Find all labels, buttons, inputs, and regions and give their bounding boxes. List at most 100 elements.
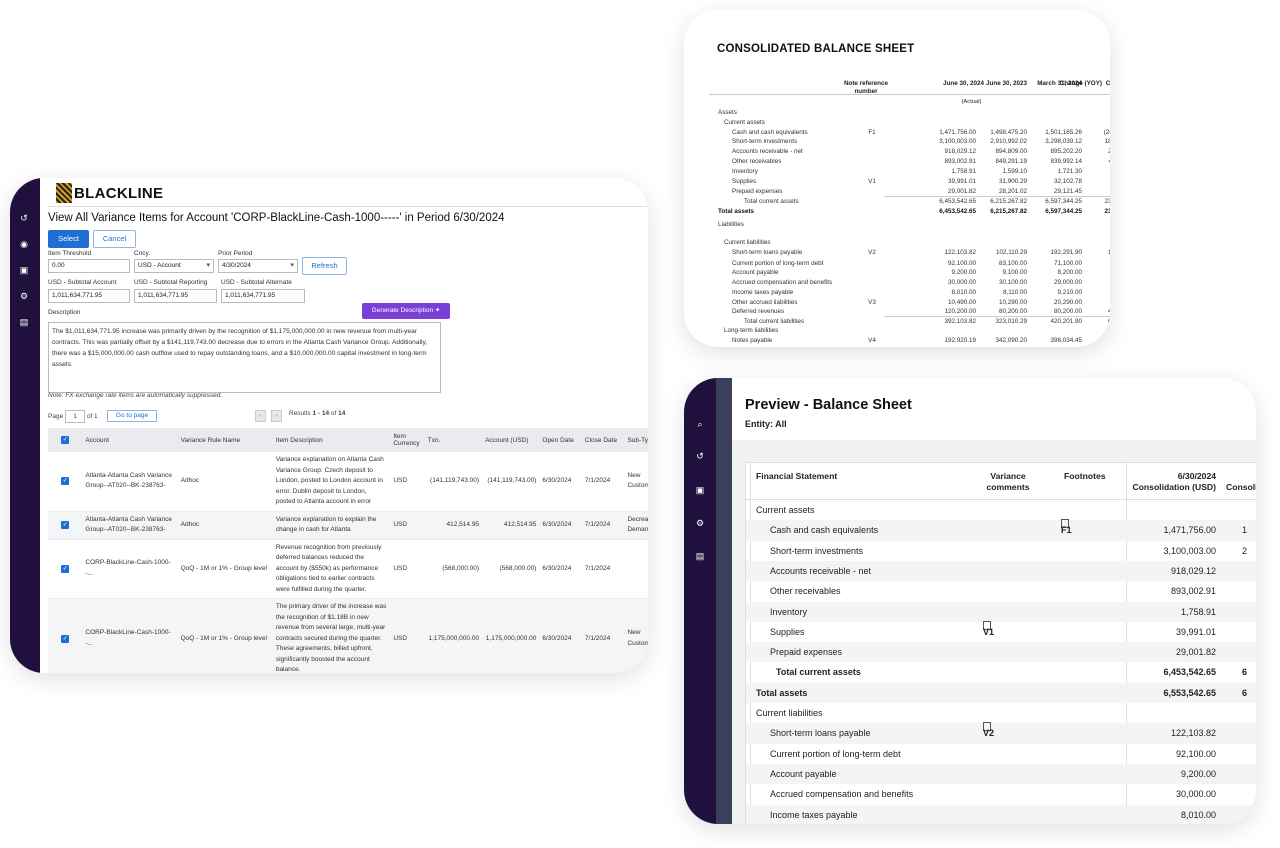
june-2023-header: June 30, 2023 bbox=[986, 80, 1027, 87]
row-checkbox[interactable]: ✓ bbox=[61, 634, 70, 643]
table-row[interactable]: ✓ Atlanta-Atlanta Cash Variance Group--A… bbox=[48, 452, 648, 512]
consolidation-value: 918,029.12 bbox=[1170, 565, 1216, 576]
cell-subtype bbox=[624, 539, 648, 599]
cancel-button[interactable]: Cancel bbox=[93, 230, 136, 248]
cell-usd: 1,175,000,000.00 bbox=[482, 598, 540, 673]
consolidated-balance-sheet-document: CONSOLIDATED BALANCE SHEET Note referenc… bbox=[684, 10, 1110, 347]
preview-row[interactable]: Account payable 9,200.00 bbox=[746, 763, 1256, 785]
page-input[interactable]: 1 bbox=[65, 410, 85, 423]
clipped-value: 6 bbox=[1242, 687, 1248, 698]
consolidation-value: 6,553,542.65 bbox=[1163, 687, 1216, 698]
history-icon[interactable]: ↺ bbox=[694, 450, 706, 462]
col-header-variance-rule[interactable]: Variance Rule Name bbox=[177, 428, 273, 452]
results-range: 1 - 14 bbox=[312, 410, 330, 417]
preview-balance-sheet-window: ⌕ ↺ ▣ ⚙ ▤ Preview - Balance Sheet Entity… bbox=[684, 378, 1256, 824]
balance-sheet-row: Total current assets 6,453,542.65 6,215,26… bbox=[718, 197, 1110, 207]
results-total: 14 bbox=[338, 410, 346, 417]
subtotal-alternate-field[interactable]: 1,011,634,771.95 bbox=[221, 289, 305, 303]
preview-row[interactable]: Inventory 1,758.91 bbox=[746, 601, 1256, 622]
gear-icon[interactable]: ⚙ bbox=[18, 290, 30, 302]
left-sidebar: ↺ ◉ ▣ ⚙ ▤ bbox=[10, 178, 40, 673]
document-title: CONSOLIDATED BALANCE SHEET bbox=[717, 43, 915, 55]
value-cell: 1,721.30 bbox=[1057, 168, 1082, 175]
value-cell: 189,010.98 bbox=[1104, 138, 1110, 145]
cell-usd: 412,514.95 bbox=[482, 511, 540, 540]
document-icon[interactable]: ▤ bbox=[18, 316, 30, 328]
cell-description: Revenue recognition from previously defe… bbox=[272, 539, 391, 599]
col-header-txn[interactable]: Txn. bbox=[424, 428, 483, 452]
item-threshold-input[interactable]: 0.00 bbox=[48, 259, 130, 273]
preview-row[interactable]: Other receivables 893,002.91 bbox=[746, 581, 1256, 601]
description-label: Description bbox=[48, 309, 81, 316]
table-row[interactable]: ✓ CORP-BlackLine-Cash-1000--... QoQ - 1M… bbox=[48, 598, 648, 673]
consolidation-value: 92,100.00 bbox=[1175, 748, 1216, 759]
row-checkbox[interactable]: ✓ bbox=[61, 477, 70, 485]
row-label: Deferred revenues bbox=[732, 308, 785, 315]
preview-row[interactable]: Supplies V1 39,991.01 bbox=[746, 620, 1256, 642]
select-all-checkbox[interactable]: ✓ bbox=[61, 436, 70, 444]
preview-row[interactable]: Accounts receivable - net 918,029.12 bbox=[746, 560, 1256, 582]
blackline-logo: BLACKLINE bbox=[56, 181, 163, 205]
row-label: Current liabilities bbox=[724, 239, 771, 246]
col-header-account[interactable]: Account bbox=[82, 428, 178, 452]
prior-period-select[interactable]: 4/30/2024 bbox=[218, 259, 298, 273]
row-label: Account payable bbox=[732, 269, 779, 276]
row-label: Long-term liabilities bbox=[724, 327, 779, 334]
preview-row[interactable]: Short-term loans payable V2 122,103.82 bbox=[746, 722, 1256, 744]
row-checkbox[interactable]: ✓ bbox=[61, 520, 70, 529]
preview-row[interactable]: Current assets bbox=[746, 500, 1256, 520]
history-icon[interactable]: ↺ bbox=[18, 212, 30, 224]
table-row[interactable]: ✓ CORP-BlackLine-Cash-1000--... QoQ - 1M… bbox=[48, 539, 648, 599]
search-icon[interactable]: ⌕ bbox=[694, 418, 706, 430]
col-header-open-date[interactable]: Open Date bbox=[539, 428, 582, 452]
value-cell: 192,920.19 bbox=[944, 337, 976, 344]
value-cell: 918,029.12 bbox=[944, 148, 976, 155]
generate-description-button[interactable]: Generate Description ✦ bbox=[362, 303, 450, 319]
preview-row[interactable]: Income taxes payable 8,010.00 bbox=[746, 804, 1256, 824]
consolidation-value: 893,002.91 bbox=[1170, 586, 1216, 597]
preview-row[interactable]: Current liabilities bbox=[746, 703, 1256, 723]
col-header-item-description[interactable]: Item Description bbox=[272, 428, 391, 452]
row-checkbox[interactable]: ✓ bbox=[61, 564, 70, 573]
cell-account: CORP-BlackLine-Cash-1000--... bbox=[82, 598, 178, 673]
col-header-account-usd[interactable]: Account (USD) bbox=[482, 428, 540, 452]
next-page-button[interactable]: › bbox=[271, 410, 282, 422]
box-icon[interactable]: ▣ bbox=[18, 264, 30, 276]
value-cell: 29,000.00 bbox=[1053, 279, 1082, 286]
gear-icon[interactable]: ⚙ bbox=[694, 517, 706, 529]
cell-open-date: 6/30/2024 bbox=[539, 598, 582, 673]
value-cell: 8,110.00 bbox=[1002, 289, 1027, 296]
description-textarea[interactable]: The $1,011,634,771.95 increase was prima… bbox=[48, 322, 441, 393]
refresh-button[interactable]: Refresh bbox=[302, 257, 347, 275]
row-label: Total current assets bbox=[776, 667, 861, 678]
subtotal-reporting-field[interactable]: 1,011,634,771.95 bbox=[134, 289, 217, 303]
consolidation-value: 6,453,542.65 bbox=[1163, 667, 1216, 678]
subtotal-account-field[interactable]: 1,011,634,771.95 bbox=[48, 289, 130, 303]
box-icon[interactable]: ▣ bbox=[694, 484, 706, 496]
cell-txn: 412,514.95 bbox=[424, 511, 483, 540]
preview-row[interactable]: Prepaid expenses 29,001.82 bbox=[746, 642, 1256, 663]
col-header-sub-type[interactable]: Sub-Type bbox=[624, 428, 648, 452]
preview-row[interactable]: Total current assets 6,453,542.65 6 bbox=[746, 662, 1256, 682]
cell-txn: 1,175,000,000.00 bbox=[424, 598, 483, 673]
preview-row[interactable]: Short-term investments 3,100,003.00 2 bbox=[746, 541, 1256, 561]
page-title: Preview - Balance Sheet bbox=[745, 397, 912, 413]
col-header-close-date[interactable]: Close Date bbox=[581, 428, 625, 452]
preview-row[interactable]: Current portion of long-term debt 92,100.… bbox=[746, 744, 1256, 764]
compass-icon[interactable]: ◉ bbox=[18, 238, 30, 250]
consolidation-value: 9,200.00 bbox=[1180, 768, 1216, 779]
go-to-page-button[interactable]: Go to page bbox=[107, 410, 157, 422]
select-button[interactable]: Select bbox=[48, 230, 89, 248]
subtotal-rule bbox=[884, 316, 1110, 317]
cell-open-date: 6/30/2024 bbox=[539, 539, 582, 599]
prev-page-button[interactable]: ‹ bbox=[255, 410, 266, 422]
preview-row[interactable]: Cash and cash equivalents F1 1,471,756.00 1 bbox=[746, 519, 1256, 541]
col-header-item-currency[interactable]: Item Currency bbox=[390, 428, 425, 452]
table-row[interactable]: ✓ Atlanta-Atlanta Cash Variance Group--A… bbox=[48, 511, 648, 540]
value-cell: 1,599.10 bbox=[1002, 168, 1027, 175]
cell-usd: (141,119,743.00) bbox=[482, 452, 540, 512]
preview-row[interactable]: Total assets 6,553,542.65 6 bbox=[746, 682, 1256, 703]
currency-select[interactable]: USD - Account bbox=[134, 259, 214, 273]
document-icon[interactable]: ▤ bbox=[694, 550, 706, 562]
preview-row[interactable]: Accrued compensation and benefits 30,000.… bbox=[746, 784, 1256, 804]
